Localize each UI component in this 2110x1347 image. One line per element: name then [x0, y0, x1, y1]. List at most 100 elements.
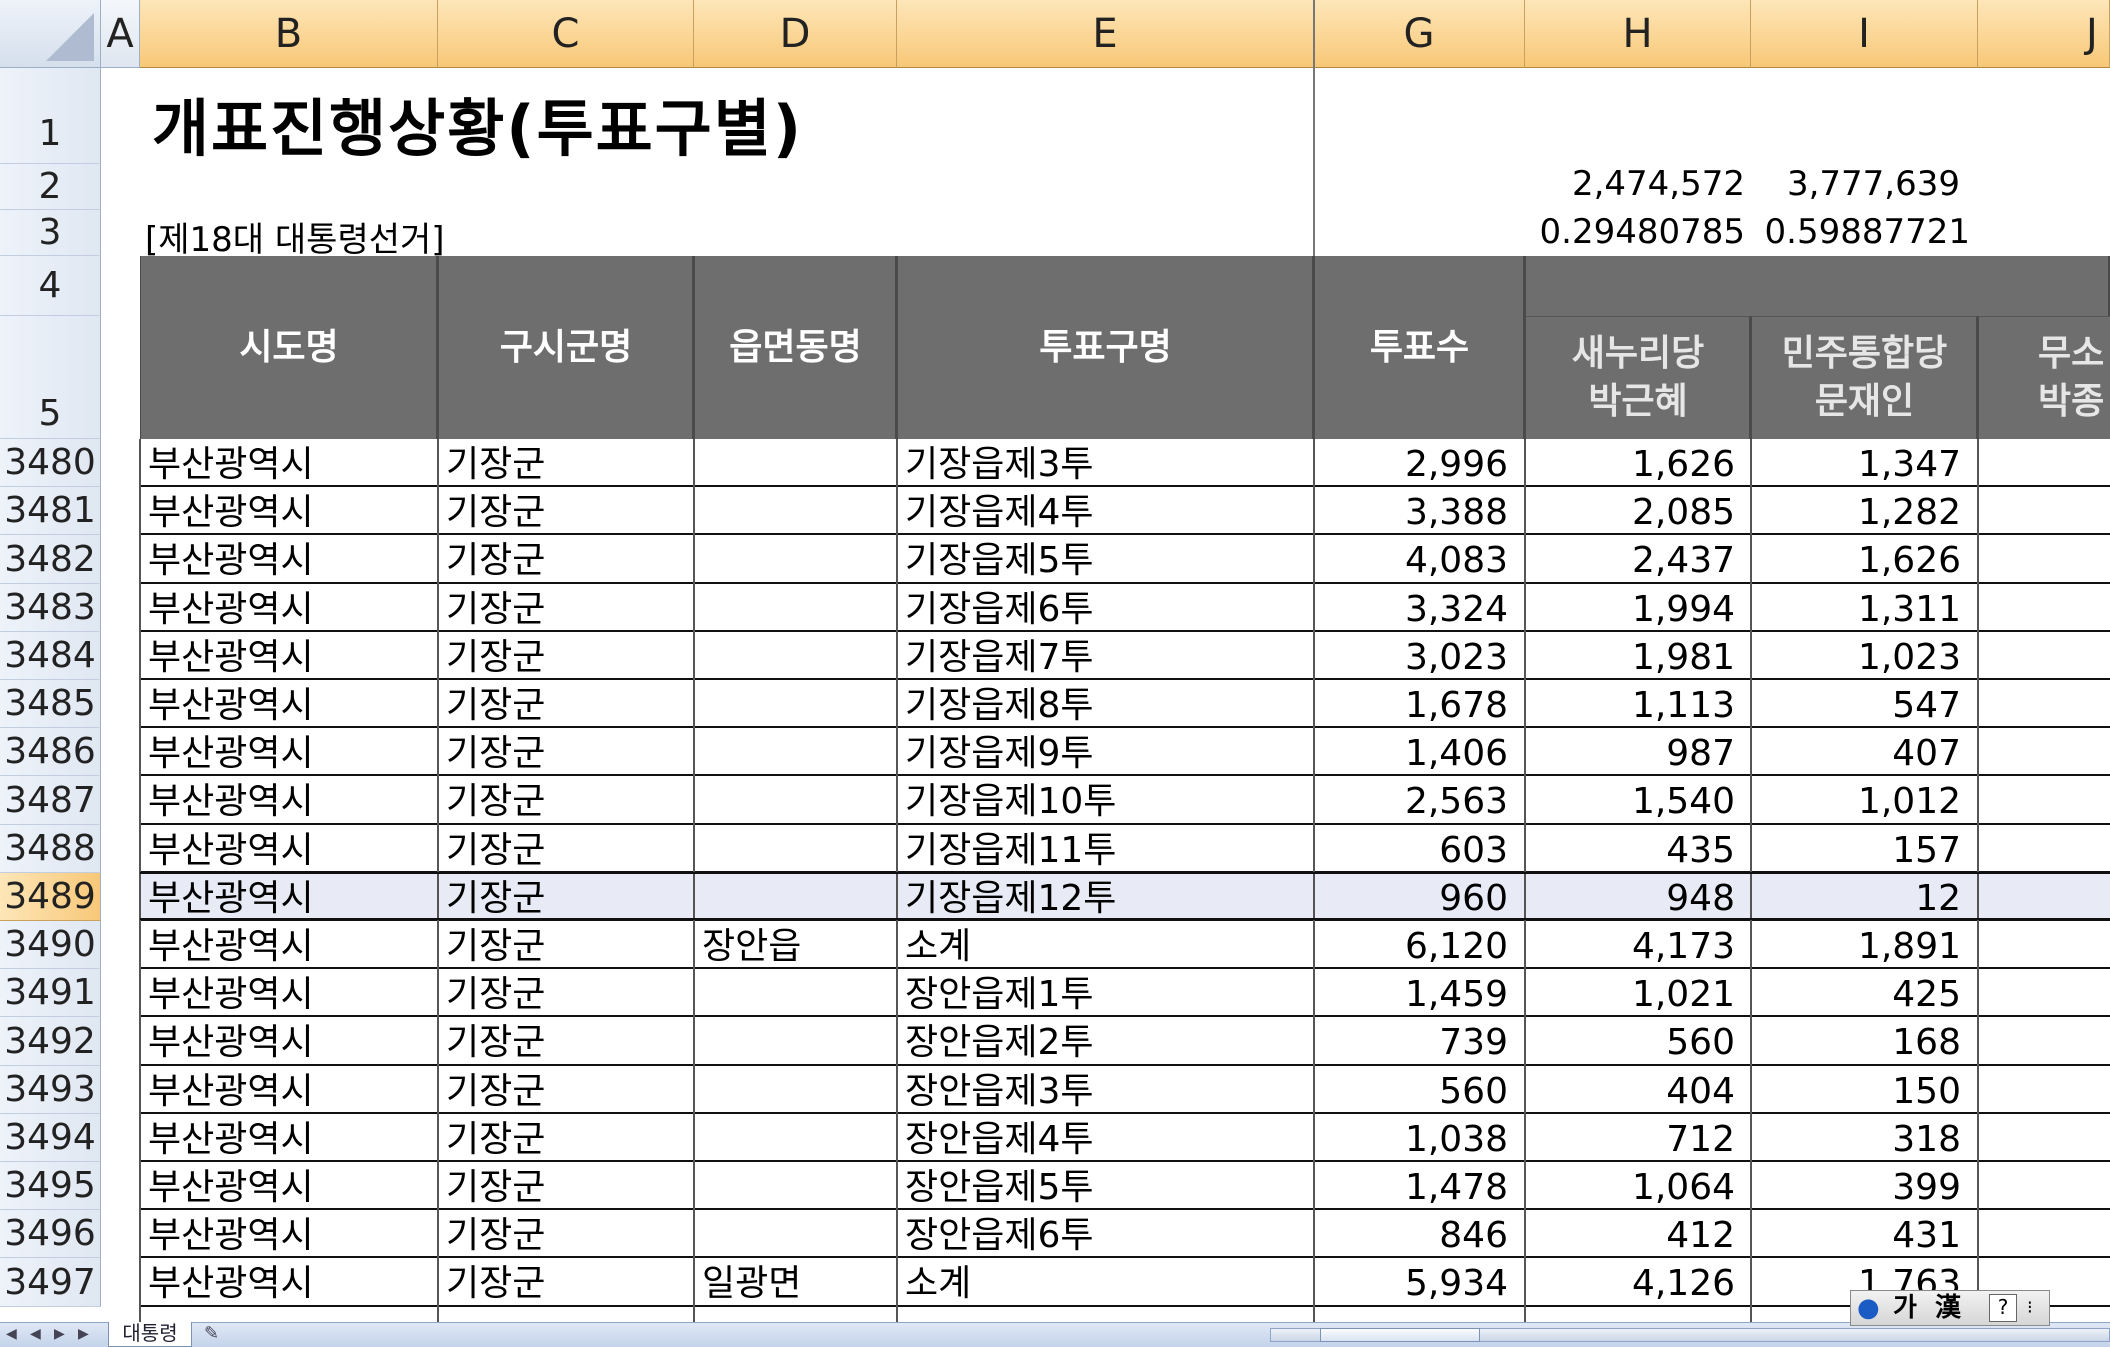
cell-sido[interactable]: 부산광역시: [148, 971, 428, 1019]
cell-sido[interactable]: 부산광역시: [148, 1212, 428, 1260]
cell-tupyosu[interactable]: 1,478: [1314, 1164, 1508, 1212]
cell-sido[interactable]: 부산광역시: [148, 489, 428, 537]
cell-i[interactable]: 1,282: [1751, 489, 1961, 537]
cell-i[interactable]: 318: [1751, 1116, 1961, 1164]
cell-tupyosu[interactable]: 1,038: [1314, 1116, 1508, 1164]
cell-tupyogu[interactable]: 기장읍제7투: [905, 634, 1305, 682]
column-header-c[interactable]: C: [438, 0, 694, 68]
cell-h[interactable]: 1,981: [1525, 634, 1735, 682]
cell-sido[interactable]: 부산광역시: [148, 1164, 428, 1212]
row-header[interactable]: 3492: [0, 1017, 101, 1066]
row-header-4[interactable]: 4: [0, 256, 101, 316]
cell-sido[interactable]: 부산광역시: [148, 1116, 428, 1164]
row-header-3[interactable]: 3: [0, 210, 101, 256]
cell-h[interactable]: 1,540: [1525, 778, 1735, 826]
cell-gusigun[interactable]: 기장군: [446, 1212, 686, 1260]
cell-tupyogu[interactable]: 소계: [905, 1260, 1305, 1308]
cell-h[interactable]: 987: [1525, 730, 1735, 778]
cell-h[interactable]: 404: [1525, 1068, 1735, 1116]
cell-gusigun[interactable]: 기장군: [446, 778, 686, 826]
row-header[interactable]: 3490: [0, 921, 101, 969]
cell-tupyosu[interactable]: 3,388: [1314, 489, 1508, 537]
cell-eupmyeon[interactable]: 일광면: [702, 1260, 892, 1308]
cell-h[interactable]: 1,064: [1525, 1164, 1735, 1212]
row-header[interactable]: 3491: [0, 969, 101, 1017]
column-header-b[interactable]: B: [140, 0, 438, 68]
column-header-d[interactable]: D: [694, 0, 897, 68]
cell-gusigun[interactable]: 기장군: [446, 489, 686, 537]
cell-h[interactable]: 1,994: [1525, 586, 1735, 634]
cell-h[interactable]: 4,173: [1525, 923, 1735, 971]
cell-sido[interactable]: 부산광역시: [148, 1019, 428, 1067]
row-header[interactable]: 3489: [0, 873, 101, 921]
cell-i[interactable]: 407: [1751, 730, 1961, 778]
row-header[interactable]: 3496: [0, 1210, 101, 1258]
cell-tupyogu[interactable]: 기장읍제6투: [905, 586, 1305, 634]
cell-tupyosu[interactable]: 2,996: [1314, 441, 1508, 489]
cell-h[interactable]: 2,085: [1525, 489, 1735, 537]
globe-icon[interactable]: ●: [1857, 1291, 1880, 1325]
cell-tupyogu[interactable]: 장안읍제2투: [905, 1019, 1305, 1067]
column-header-e[interactable]: E: [897, 0, 1314, 68]
select-all-corner[interactable]: [0, 0, 101, 68]
cell-tupyogu[interactable]: 장안읍제6투: [905, 1212, 1305, 1260]
cell-gusigun[interactable]: 기장군: [446, 923, 686, 971]
cell-tupyogu[interactable]: 소계: [905, 923, 1305, 971]
cell-gusigun[interactable]: 기장군: [446, 1260, 686, 1308]
ime-options-icon[interactable]: ⁝: [2027, 1291, 2033, 1325]
cell-sido[interactable]: 부산광역시: [148, 537, 428, 585]
cell-tupyosu[interactable]: 3,023: [1314, 634, 1508, 682]
cell-i[interactable]: 399: [1751, 1164, 1961, 1212]
header-cell-candidates-group[interactable]: [1525, 256, 2110, 316]
cell-i[interactable]: 1,626: [1751, 537, 1961, 585]
cell-tupyogu[interactable]: 기장읍제3투: [905, 441, 1305, 489]
ime-hangul-mode[interactable]: 가: [1893, 1291, 1917, 1325]
horizontal-scrollbar-thumb[interactable]: [1320, 1328, 1480, 1342]
cell-sido[interactable]: 부산광역시: [148, 827, 428, 875]
cell-tupyogu[interactable]: 기장읍제9투: [905, 730, 1305, 778]
sheet-tab-active[interactable]: 대통령: [108, 1322, 192, 1347]
row-header[interactable]: 3480: [0, 439, 101, 487]
first-sheet-nav-icon[interactable]: ◀: [6, 1326, 17, 1342]
cell-eupmyeon[interactable]: 장안읍: [702, 923, 892, 971]
cell-tupyogu[interactable]: 장안읍제5투: [905, 1164, 1305, 1212]
row-header[interactable]: 3484: [0, 632, 101, 680]
row-header[interactable]: 3485: [0, 680, 101, 728]
cell-gusigun[interactable]: 기장군: [446, 682, 686, 730]
cell-tupyosu[interactable]: 560: [1314, 1068, 1508, 1116]
cell-sido[interactable]: 부산광역시: [148, 441, 428, 489]
cell-tupyosu[interactable]: 1,406: [1314, 730, 1508, 778]
cell-gusigun[interactable]: 기장군: [446, 537, 686, 585]
cell-i[interactable]: 431: [1751, 1212, 1961, 1260]
prev-sheet-nav-icon[interactable]: ◀: [30, 1326, 41, 1342]
cell-h[interactable]: 560: [1525, 1019, 1735, 1067]
row-header-1[interactable]: 1: [0, 68, 101, 164]
cell-tupyogu[interactable]: 기장읍제4투: [905, 489, 1305, 537]
cell-tupyogu[interactable]: 장안읍제4투: [905, 1116, 1305, 1164]
cell-gusigun[interactable]: 기장군: [446, 586, 686, 634]
row-header[interactable]: 3494: [0, 1114, 101, 1162]
cell-tupyosu[interactable]: 6,120: [1314, 923, 1508, 971]
cell-sido[interactable]: 부산광역시: [148, 682, 428, 730]
cell-i[interactable]: 1,891: [1751, 923, 1961, 971]
cell-gusigun[interactable]: 기장군: [446, 971, 686, 1019]
cell-h[interactable]: 1,021: [1525, 971, 1735, 1019]
cell-tupyosu[interactable]: 2,563: [1314, 778, 1508, 826]
cell-tupyogu[interactable]: 장안읍제3투: [905, 1068, 1305, 1116]
cell-h[interactable]: 712: [1525, 1116, 1735, 1164]
cell-tupyogu[interactable]: 장안읍제1투: [905, 971, 1305, 1019]
cell-sido[interactable]: 부산광역시: [148, 923, 428, 971]
row-header[interactable]: 3493: [0, 1066, 101, 1114]
cell-h[interactable]: 435: [1525, 827, 1735, 875]
cell-sido[interactable]: 부산광역시: [148, 778, 428, 826]
cell-tupyosu[interactable]: 1,459: [1314, 971, 1508, 1019]
cell-h[interactable]: 412: [1525, 1212, 1735, 1260]
cell-i[interactable]: 425: [1751, 971, 1961, 1019]
cell-h[interactable]: 1,113: [1525, 682, 1735, 730]
cell-sido[interactable]: 부산광역시: [148, 634, 428, 682]
row-header[interactable]: 3481: [0, 487, 101, 535]
cell-tupyosu[interactable]: 1,678: [1314, 682, 1508, 730]
cell-i[interactable]: 547: [1751, 682, 1961, 730]
cell-tupyogu[interactable]: 기장읍제10투: [905, 778, 1305, 826]
cell-tupyogu[interactable]: 기장읍제11투: [905, 827, 1305, 875]
